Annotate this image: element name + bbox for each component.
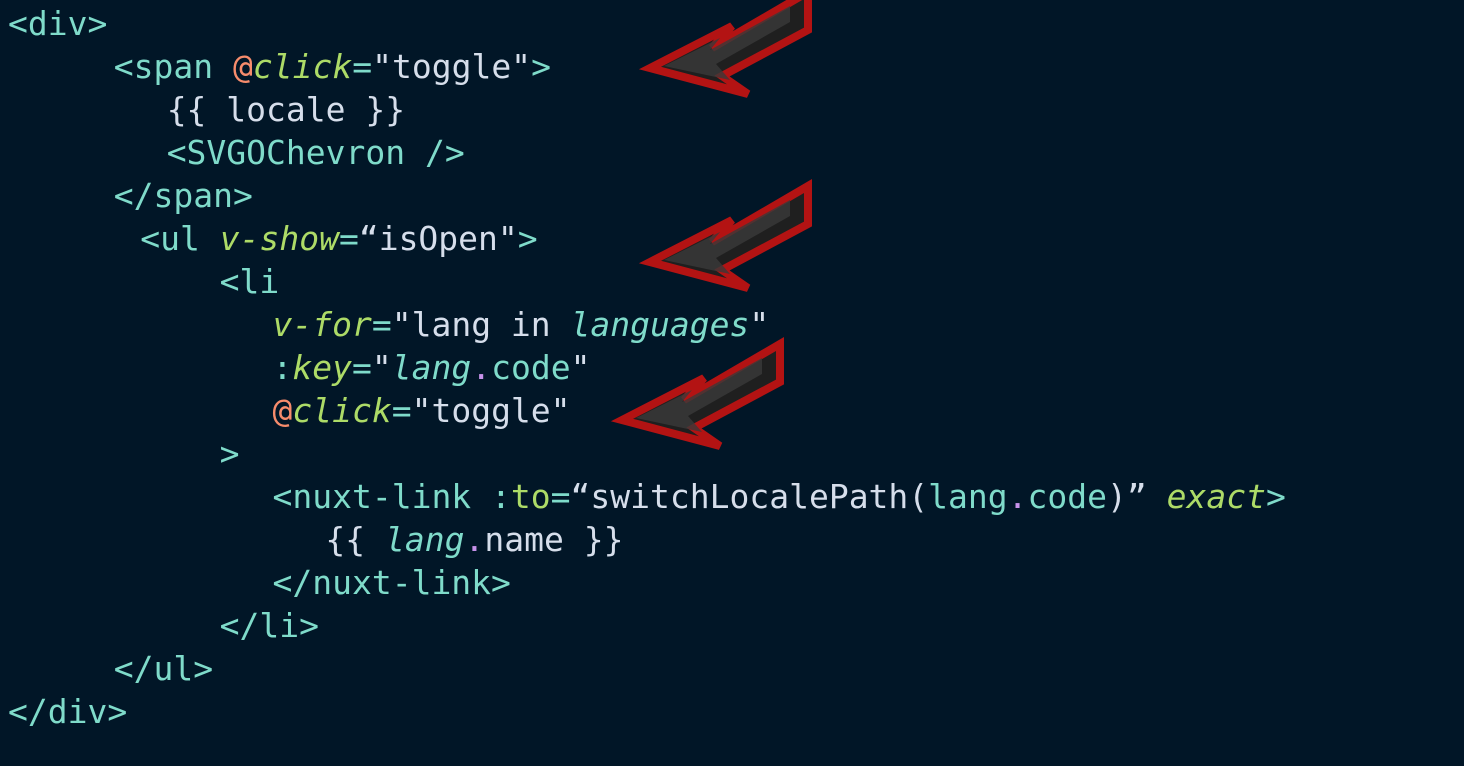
code-token: >	[517, 219, 538, 258]
code-token: >	[531, 47, 551, 86]
code-token: =	[352, 47, 373, 86]
code-token: "	[749, 305, 770, 344]
code-token: </ul>	[113, 649, 214, 688]
code-token: "toggle"	[411, 391, 571, 430]
code-token: to	[510, 477, 551, 516]
code-token: .	[471, 348, 492, 387]
code-token: </div>	[8, 692, 128, 731]
code-token: <ul	[140, 219, 220, 258]
code-line: </span>	[114, 172, 253, 220]
code-token: =	[351, 348, 372, 387]
code-token: key	[292, 348, 352, 387]
code-token: =	[338, 219, 359, 258]
code-token: )”	[1107, 477, 1167, 516]
code-token: name }}	[484, 520, 624, 559]
code-line: </div>	[8, 688, 127, 736]
code-token: code	[1027, 477, 1108, 516]
code-token: .	[464, 520, 485, 559]
code-token: languages	[570, 305, 750, 344]
code-token: exact	[1166, 477, 1266, 516]
code-line: :key="lang.code"	[273, 344, 591, 392]
code-token: <nuxt-link	[272, 477, 492, 516]
code-line: <SVGOChevron />	[167, 129, 465, 177]
code-line: <li	[220, 258, 280, 306]
code-token: lang	[391, 348, 472, 387]
code-token: =	[371, 305, 392, 344]
code-token: :	[491, 477, 511, 516]
code-token: "lang in	[391, 305, 571, 344]
code-token: @	[233, 47, 253, 86]
code-line: </li>	[220, 602, 319, 650]
code-line: <nuxt-link :to=“switchLocalePath(lang.co…	[273, 473, 1286, 521]
code-line: >	[220, 430, 240, 478]
code-token: v-show	[219, 219, 339, 258]
code-token: </span>	[113, 176, 253, 215]
code-token: lang	[385, 520, 465, 559]
code-line: v-for="lang in languages"	[273, 301, 770, 349]
code-token: >	[219, 434, 240, 473]
code-token: </nuxt-link>	[272, 563, 511, 602]
code-line: <ul v-show=“isOpen">	[140, 215, 537, 263]
code-token: =	[391, 391, 412, 430]
code-token: @	[272, 391, 293, 430]
code-line: @click="toggle"	[273, 387, 571, 435]
code-token: "	[371, 348, 392, 387]
code-token: >	[1265, 477, 1286, 516]
code-line: {{ lang.name }}	[325, 516, 623, 564]
code-token: <span	[113, 47, 234, 86]
code-token: lang	[928, 477, 1008, 516]
code-line: </nuxt-link>	[273, 559, 511, 607]
code-token: "	[570, 348, 591, 387]
code-token: :	[272, 348, 293, 387]
code-token: “switchLocalePath(	[570, 477, 929, 516]
code-line: </ul>	[114, 645, 213, 693]
code-token: <SVGOChevron />	[166, 133, 465, 172]
code-line: {{ locale }}	[167, 86, 405, 134]
code-editor[interactable]: <div> <span @click="toggle">{{ locale }} <…	[0, 0, 1464, 766]
code-token: {{	[325, 520, 385, 559]
code-token: “isOpen"	[358, 219, 518, 258]
code-token: v-for	[272, 305, 372, 344]
code-token: <li	[219, 262, 280, 301]
code-line: <span @click="toggle">	[114, 43, 551, 91]
code-token: .	[1007, 477, 1028, 516]
code-token: {{ locale }}	[166, 90, 406, 129]
code-token: code	[491, 348, 571, 387]
code-line: <div>	[8, 0, 107, 48]
code-token: <div>	[8, 4, 108, 43]
code-token: =	[550, 477, 571, 516]
code-token: click	[252, 47, 353, 86]
code-token: click	[292, 391, 392, 430]
code-token: "toggle"	[372, 47, 532, 86]
code-token: </li>	[219, 606, 319, 645]
